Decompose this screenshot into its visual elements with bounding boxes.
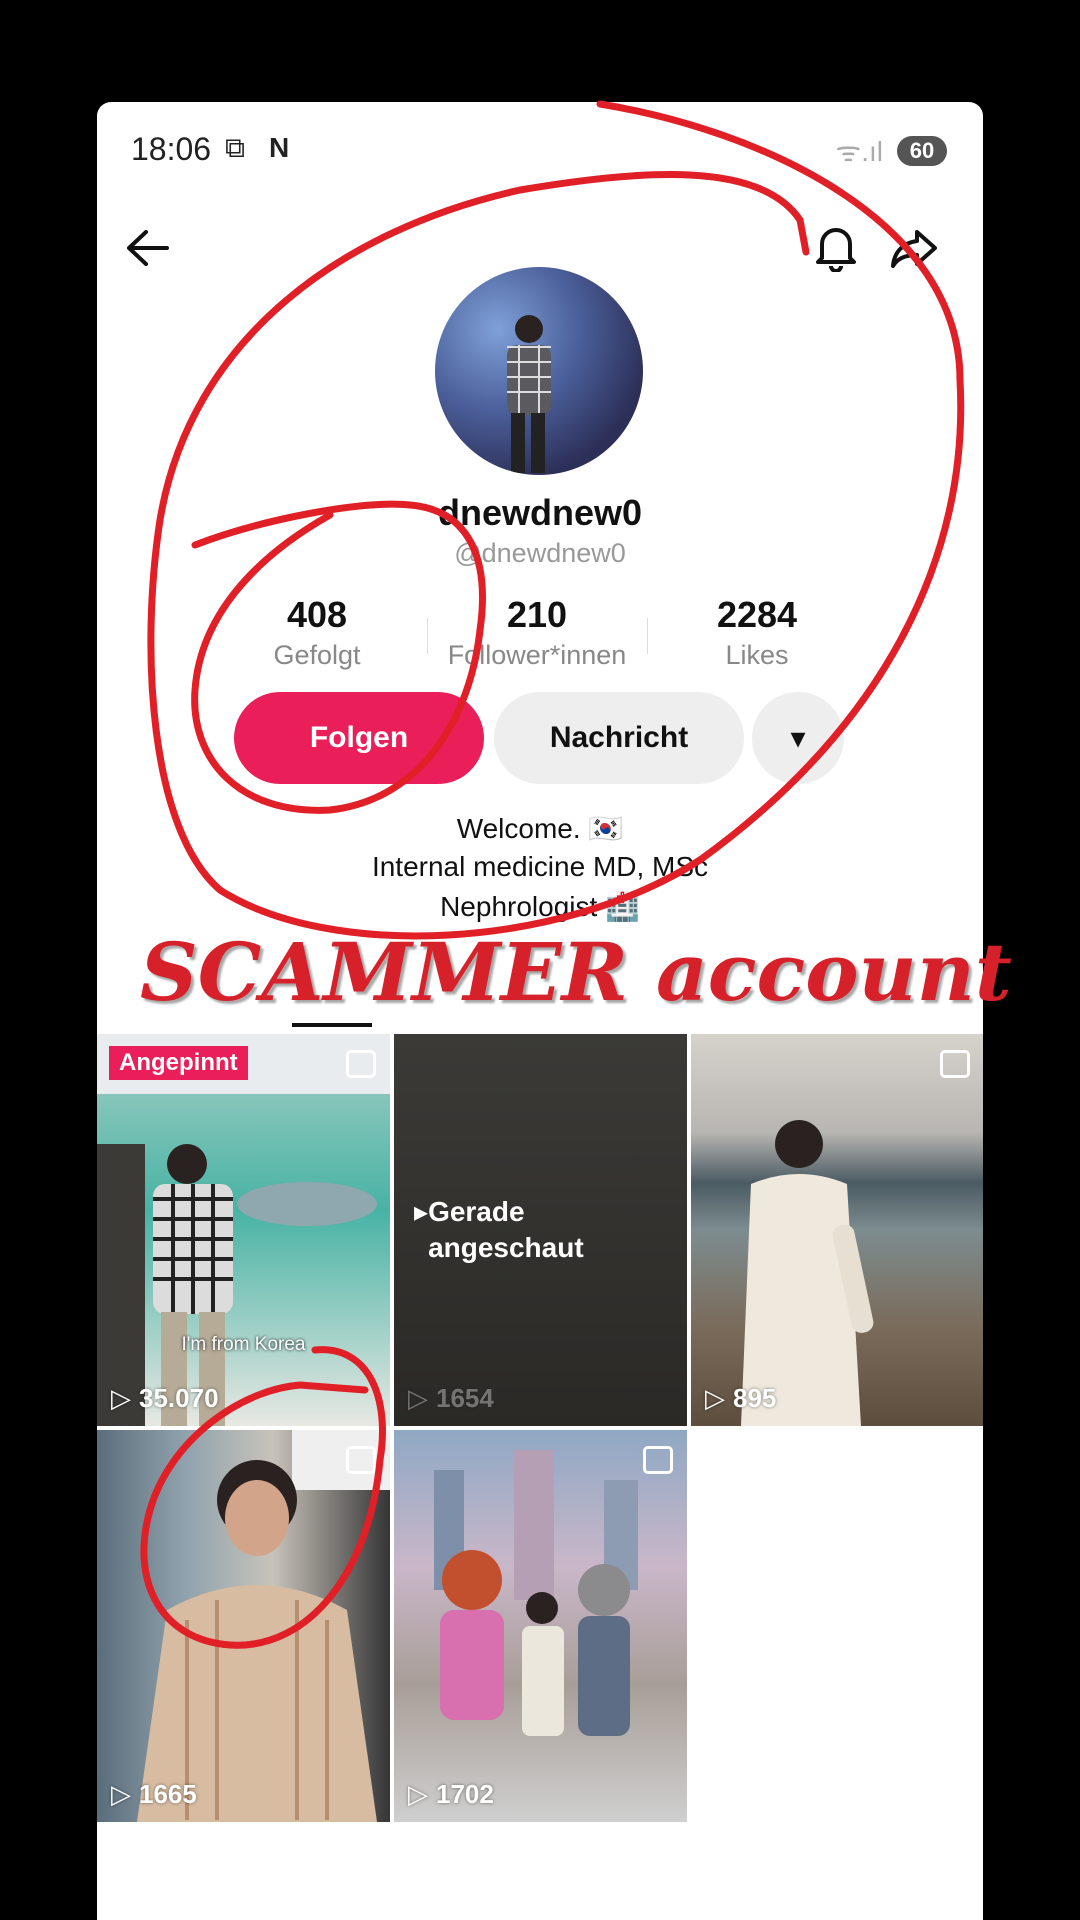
scammer-annotation-text: SCAMMER account xyxy=(140,925,1012,1019)
recently-watched-text: Gerade angeschaut xyxy=(428,1196,584,1263)
play-icon: ▷ xyxy=(111,1779,131,1809)
share-arrow-icon xyxy=(891,230,937,268)
stat-followers-label: Follower*innen xyxy=(447,640,627,670)
bio-line-2: Internal medicine MD, MSc xyxy=(371,851,709,882)
multi-photo-icon xyxy=(940,1050,970,1078)
play-icon: ▷ xyxy=(408,1779,428,1809)
profile-avatar[interactable] xyxy=(435,267,643,475)
video-thumbnail-5 xyxy=(434,1450,638,1736)
battery-badge: 60 xyxy=(897,136,947,166)
screenshot-icon: ⧉ xyxy=(225,132,245,163)
video-tile-3[interactable]: ▷ 895 xyxy=(691,1034,983,1426)
play-icon: ▷ xyxy=(705,1383,725,1413)
back-arrow-icon xyxy=(127,230,169,266)
follow-button[interactable]: Folgen xyxy=(234,692,484,784)
videos-tab-indicator[interactable] xyxy=(292,1023,372,1027)
video-thumbnail-1 xyxy=(97,1034,390,1426)
bio-line-3: Nephrologist 🏥 xyxy=(440,891,640,922)
stat-likes-label: Likes xyxy=(725,640,789,670)
avatar-person-illustration xyxy=(507,315,551,473)
stat-following-value: 408 xyxy=(286,594,348,635)
play-icon: ▷ xyxy=(111,1383,131,1413)
pinned-badge: Angepinnt xyxy=(109,1046,248,1080)
stat-following[interactable]: 408 Gefolgt xyxy=(207,594,427,674)
stat-likes[interactable]: 2284 Likes xyxy=(647,594,867,674)
signal-icon: ᯤ.ıl xyxy=(835,136,883,167)
multi-photo-icon xyxy=(346,1446,376,1474)
video-views-4: ▷ 1665 xyxy=(111,1779,197,1810)
stat-following-label: Gefolgt xyxy=(273,640,361,670)
status-bar: 18:06 ⧉ N ᯤ.ıl 60 xyxy=(97,102,983,197)
video-thumbnail-3 xyxy=(741,1120,874,1426)
video-views-1: ▷ 35.070 xyxy=(111,1383,219,1414)
profile-stats: 408 Gefolgt 210 Follower*innen 2284 Like… xyxy=(207,594,867,674)
back-button[interactable] xyxy=(119,220,175,276)
message-button[interactable]: Nachricht xyxy=(494,692,744,784)
stat-followers-value: 210 xyxy=(506,594,568,635)
bio-line-1: Welcome. 🇰🇷 xyxy=(456,813,624,844)
bell-icon xyxy=(816,228,856,272)
video-view-count-4: 1665 xyxy=(139,1779,197,1809)
video-views-2: ▷ 1654 xyxy=(408,1383,494,1414)
notification-button[interactable] xyxy=(808,220,864,276)
status-time: 18:06 xyxy=(131,131,212,167)
video-caption: I'm from Korea xyxy=(181,1334,306,1355)
multi-photo-icon xyxy=(346,1050,376,1078)
stat-followers[interactable]: 210 Follower*innen xyxy=(427,594,647,674)
stat-likes-value: 2284 xyxy=(716,594,798,635)
share-button[interactable] xyxy=(886,220,942,276)
nfc-icon: N xyxy=(269,132,290,163)
video-view-count-5: 1702 xyxy=(436,1779,494,1809)
profile-username: dnewdnew0 xyxy=(437,492,643,533)
video-view-count-3: 895 xyxy=(733,1383,777,1413)
recently-watched-label: ▸Gerade angeschaut xyxy=(414,1194,598,1266)
profile-handle: @dnewdnew0 xyxy=(454,538,626,568)
video-view-count-1: 35.070 xyxy=(139,1383,219,1413)
video-tile-1[interactable]: Angepinnt I'm from Korea ▷ 35.070 xyxy=(97,1034,390,1426)
video-tile-4[interactable]: ▷ 1665 xyxy=(97,1430,390,1822)
video-view-count-2: 1654 xyxy=(436,1383,494,1413)
video-tile-2[interactable]: ▸Gerade angeschaut ▷ 1654 xyxy=(394,1034,687,1426)
video-views-5: ▷ 1702 xyxy=(408,1779,494,1810)
more-options-button[interactable]: ▾ xyxy=(752,692,844,784)
video-tile-5[interactable]: ▷ 1702 xyxy=(394,1430,687,1822)
multi-photo-icon xyxy=(643,1446,673,1474)
play-icon: ▷ xyxy=(408,1383,428,1413)
video-views-3: ▷ 895 xyxy=(705,1383,776,1414)
video-thumbnail-4 xyxy=(137,1430,390,1822)
